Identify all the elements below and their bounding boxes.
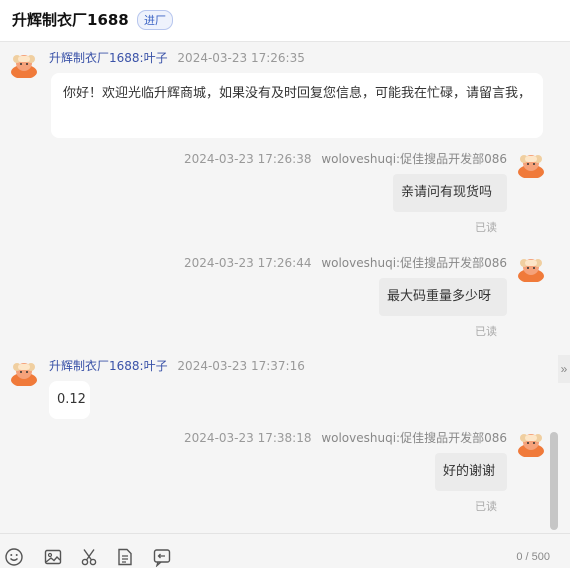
message-bubble[interactable]: 你好！欢迎光临升辉商城，如果没有及时回复您信息，可能我在忙碌，请留言我， xyxy=(51,73,543,138)
message-list[interactable]: 升辉制衣厂1688:叶子 2024-03-23 17:26:35 你好！欢迎光临… xyxy=(0,42,560,532)
message-time: 2024-03-23 17:26:35 xyxy=(177,51,305,65)
message-text: 亲请问有现货吗 xyxy=(401,185,493,200)
enter-factory-badge[interactable]: 进厂 xyxy=(137,10,173,30)
message-meta: 2024-03-23 17:26:44 woloveshuqi:促佳搜品开发部0… xyxy=(184,254,507,271)
scissors-icon[interactable] xyxy=(79,547,99,567)
message-bubble[interactable]: 最大码重量多少呀 xyxy=(379,278,507,316)
sender-name: woloveshuqi:促佳搜品开发部086 xyxy=(321,152,507,166)
avatar xyxy=(11,55,37,78)
message-meta: 升辉制衣厂1688:叶子 2024-03-23 17:26:35 xyxy=(49,49,305,66)
sender-name: 升辉制衣厂1688:叶子 xyxy=(49,359,168,373)
scrollbar-thumb[interactable] xyxy=(550,432,558,530)
message-bubble[interactable]: 好的谢谢 xyxy=(435,453,507,491)
emoji-icon[interactable] xyxy=(4,547,24,567)
message-bubble[interactable]: 亲请问有现货吗 xyxy=(393,174,507,212)
avatar xyxy=(518,434,544,457)
message-meta: 升辉制衣厂1688:叶子 2024-03-23 17:37:16 xyxy=(49,357,305,374)
sender-name: 升辉制衣厂1688:叶子 xyxy=(49,51,168,65)
document-icon[interactable] xyxy=(115,547,135,567)
message-time: 2024-03-23 17:38:18 xyxy=(184,431,312,445)
message-time: 2024-03-23 17:37:16 xyxy=(177,359,305,373)
read-status: 已读 xyxy=(475,221,497,234)
avatar xyxy=(518,155,544,178)
message-text: 最大码重量多少呀 xyxy=(387,289,492,304)
sender-name: woloveshuqi:促佳搜品开发部086 xyxy=(321,256,507,270)
input-toolbar: 0 / 500 xyxy=(0,533,570,568)
chat-history-icon[interactable] xyxy=(152,547,172,567)
image-icon[interactable] xyxy=(43,547,63,567)
message-time: 2024-03-23 17:26:38 xyxy=(184,152,312,166)
message-bubble[interactable]: 0.12 xyxy=(49,381,90,419)
message-meta: 2024-03-23 17:38:18 woloveshuqi:促佳搜品开发部0… xyxy=(184,429,507,446)
message-text: 你好！欢迎光临升辉商城，如果没有及时回复您信息，可能我在忙碌，请留言我， xyxy=(63,86,532,101)
message-meta: 2024-03-23 17:26:38 woloveshuqi:促佳搜品开发部0… xyxy=(184,150,507,167)
message-time: 2024-03-23 17:26:44 xyxy=(184,256,312,270)
shop-title[interactable]: 升辉制衣厂1688 xyxy=(12,9,129,30)
read-status: 已读 xyxy=(475,500,497,513)
character-counter: 0 / 500 xyxy=(516,551,550,563)
avatar xyxy=(518,259,544,282)
sender-name: woloveshuqi:促佳搜品开发部086 xyxy=(321,431,507,445)
avatar xyxy=(11,363,37,386)
expand-panel-button[interactable]: » xyxy=(558,355,570,383)
read-status: 已读 xyxy=(475,325,497,338)
message-text: 好的谢谢 xyxy=(443,464,496,479)
message-text: 0.12 xyxy=(57,392,86,407)
chat-header: 升辉制衣厂1688 进厂 xyxy=(0,0,570,42)
